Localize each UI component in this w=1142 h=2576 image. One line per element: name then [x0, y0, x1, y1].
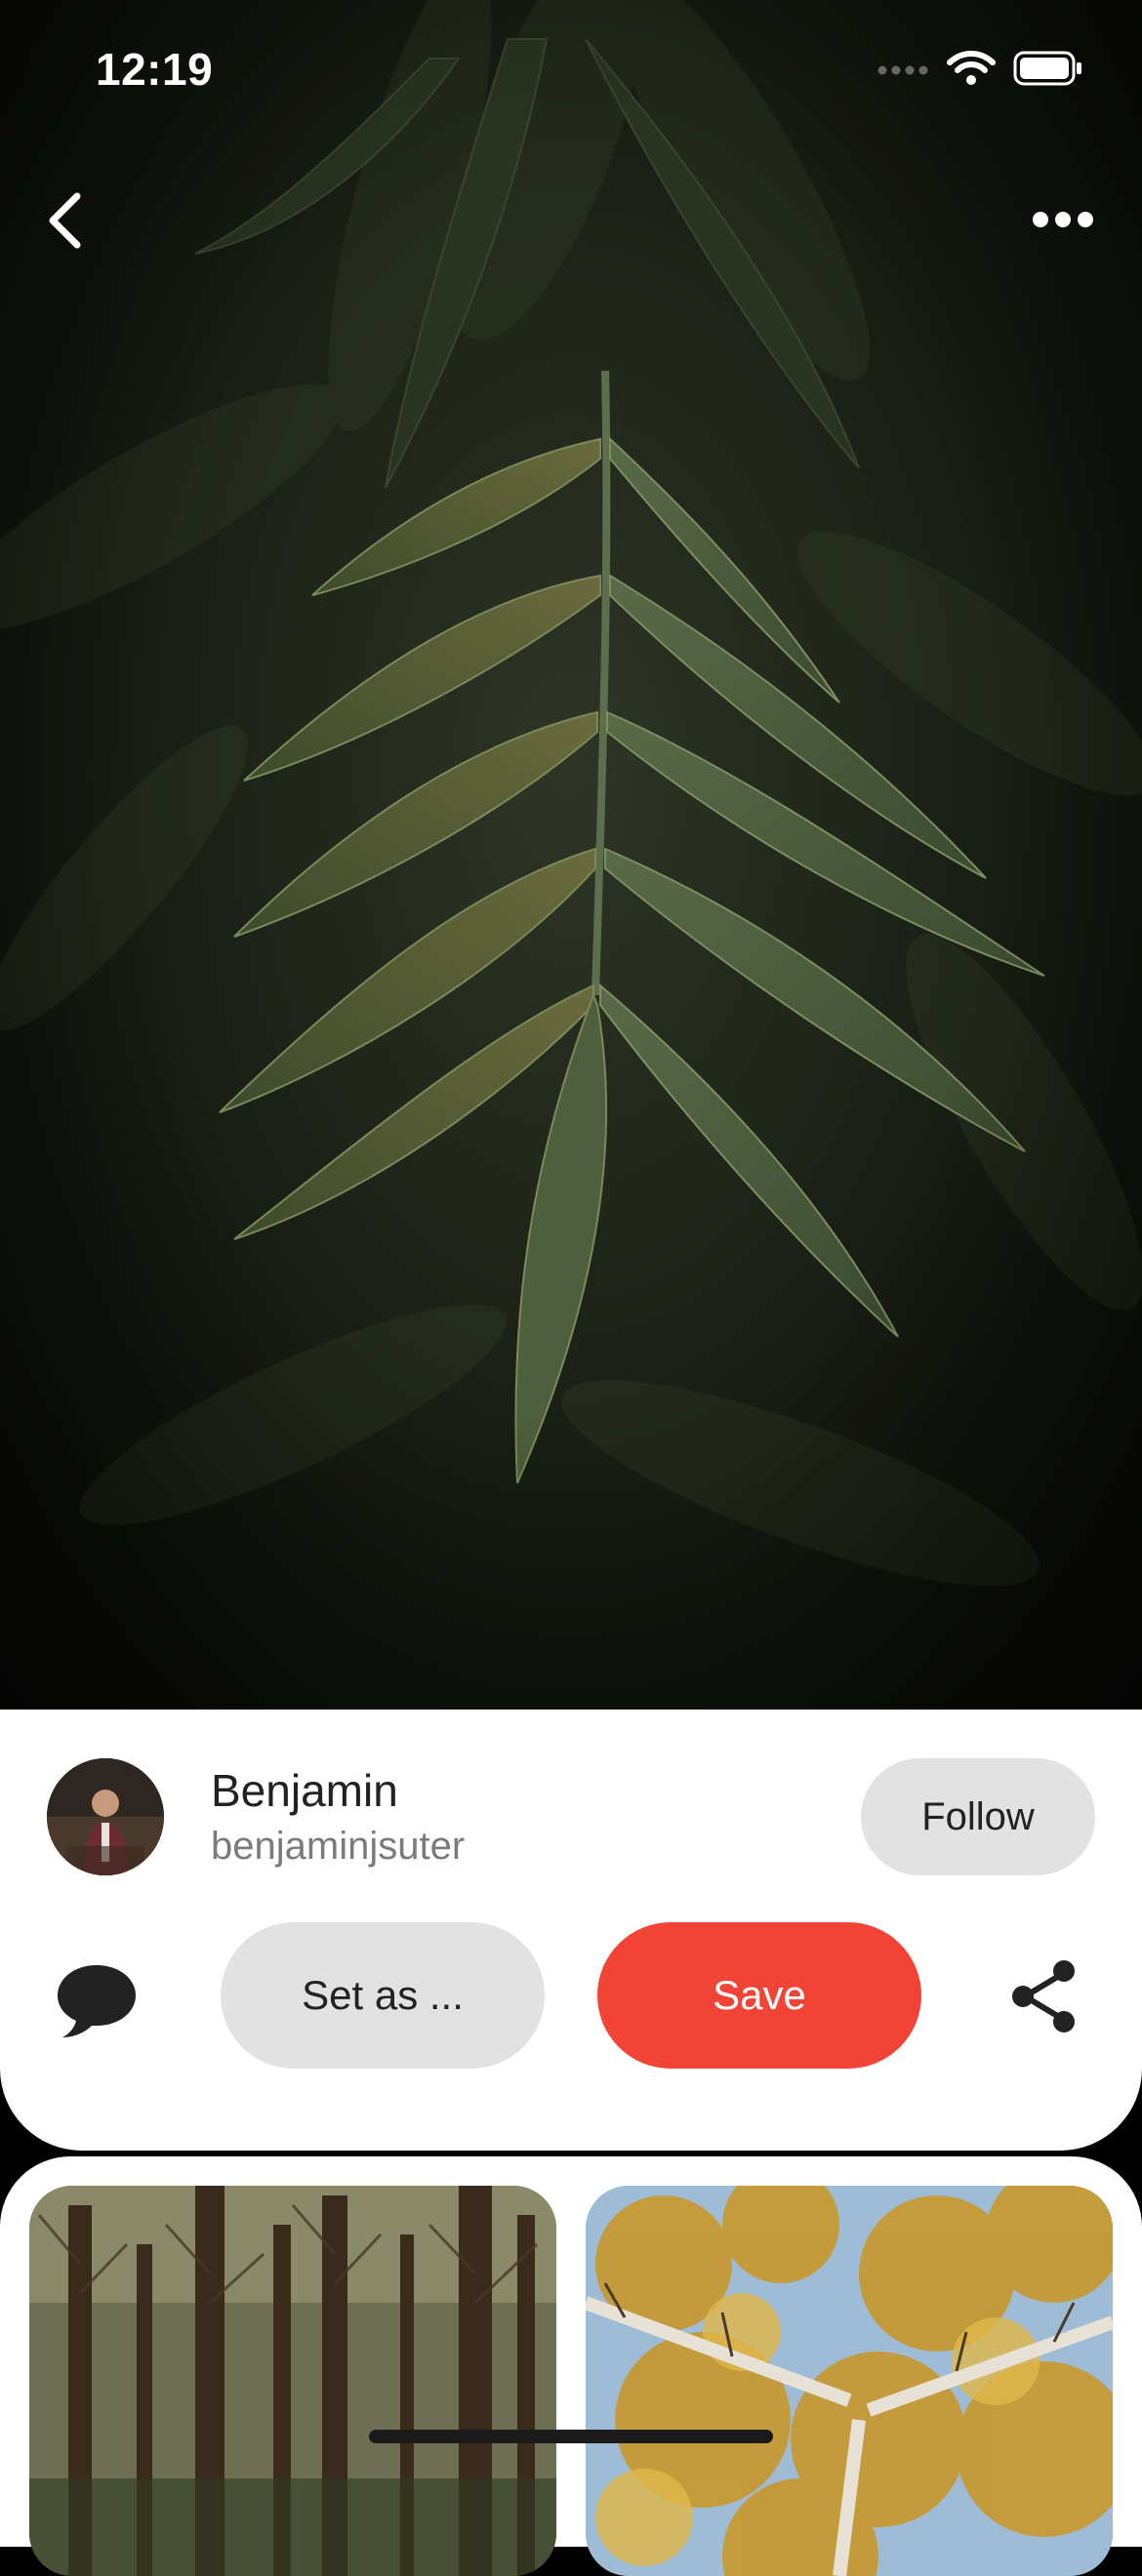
status-time: 12:19 [96, 44, 214, 95]
set-as-button[interactable]: Set as ... [221, 1922, 545, 2069]
related-pin-autumn-birches[interactable] [586, 2186, 1113, 2576]
save-button[interactable]: Save [597, 1922, 921, 2069]
follow-button[interactable]: Follow [861, 1758, 1095, 1875]
avatar[interactable] [47, 1758, 164, 1875]
hero-photo[interactable] [0, 0, 1142, 1717]
pin-detail-card: Benjamin benjaminjsuter Follow Set as ..… [0, 1710, 1142, 2151]
share-button[interactable] [1005, 1957, 1083, 2035]
chevron-left-icon [49, 192, 81, 249]
forest-image [29, 2186, 556, 2576]
status-indicators [877, 50, 1083, 92]
home-indicator[interactable] [369, 2430, 773, 2443]
autumn-trees-image [586, 2186, 1113, 2576]
cellular-signal-icon [877, 59, 929, 83]
comment-button[interactable] [55, 1959, 139, 2043]
author-handle[interactable]: benjaminjsuter [211, 1825, 465, 1869]
leaves-illustration [0, 0, 1142, 1717]
share-icon [1012, 1960, 1075, 2033]
more-options-button[interactable] [1019, 195, 1107, 244]
more-horizontal-icon [1033, 212, 1093, 227]
battery-icon [1013, 50, 1083, 92]
related-pin-forest[interactable] [29, 2186, 556, 2576]
speech-bubble-icon [58, 1965, 136, 2037]
related-pins-sheet [0, 2156, 1142, 2576]
back-button[interactable] [35, 181, 94, 260]
wifi-icon [947, 50, 996, 92]
author-name[interactable]: Benjamin [211, 1764, 398, 1817]
